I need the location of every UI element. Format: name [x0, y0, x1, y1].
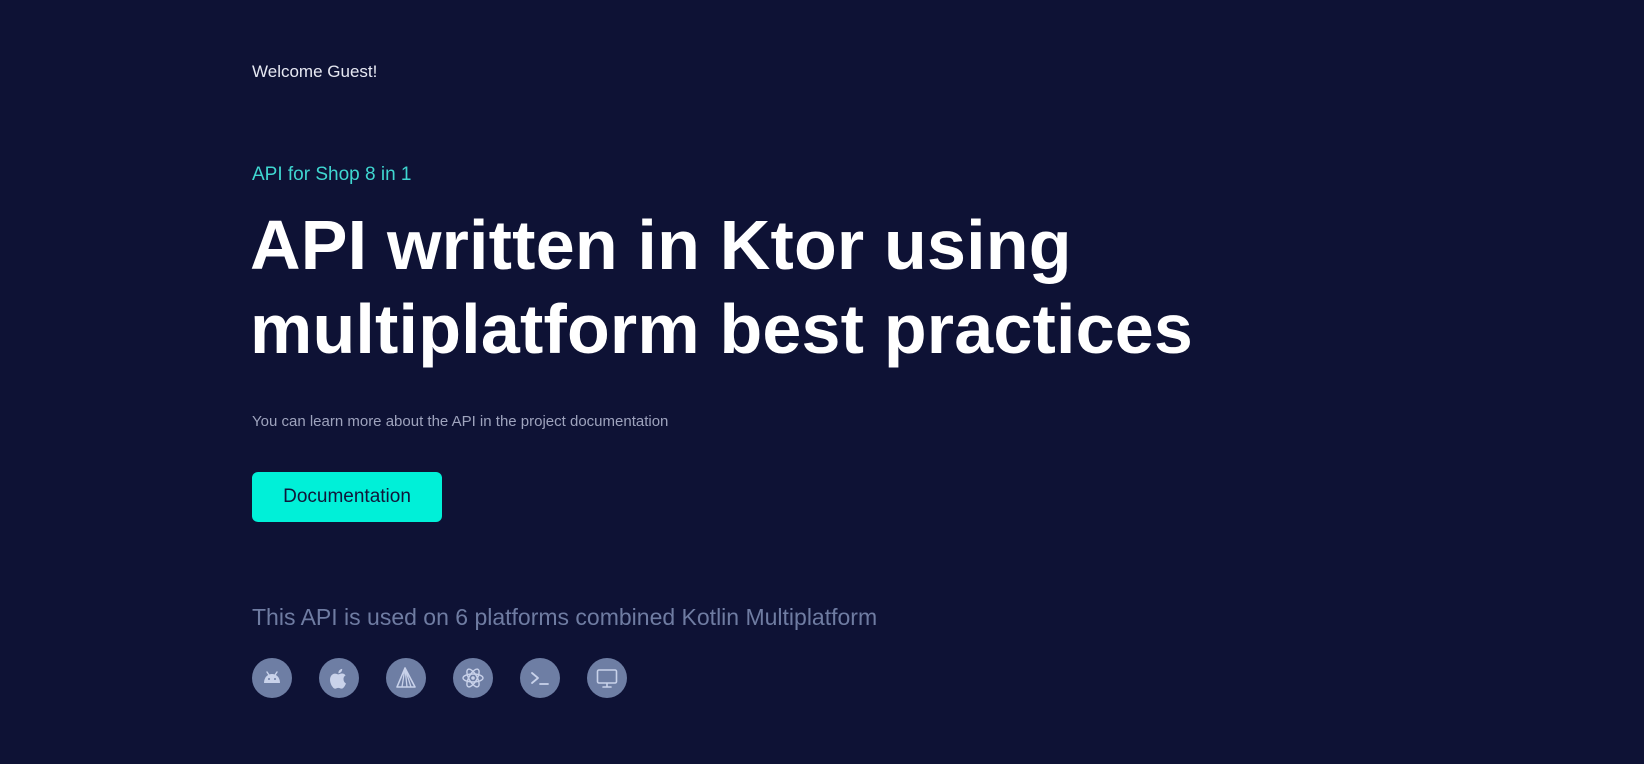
hero-headline: API written in Ktor using multiplatform … — [250, 206, 1194, 368]
aurora-icon — [386, 658, 426, 698]
apple-icon — [319, 658, 359, 698]
landing-page: Welcome Guest! API for Shop 8 in 1 API w… — [0, 0, 1644, 764]
documentation-button[interactable]: Documentation — [252, 472, 442, 522]
android-icon — [252, 658, 292, 698]
platforms-text: This API is used on 6 platforms combined… — [252, 604, 878, 630]
desktop-icon — [587, 658, 627, 698]
welcome-text: Welcome Guest! — [252, 62, 378, 81]
hero-eyebrow: API for Shop 8 in 1 — [252, 164, 412, 185]
react-atom-icon — [453, 658, 493, 698]
platform-icons — [252, 658, 627, 698]
hero-description: You can learn more about the API in the … — [252, 413, 669, 430]
terminal-icon — [520, 658, 560, 698]
